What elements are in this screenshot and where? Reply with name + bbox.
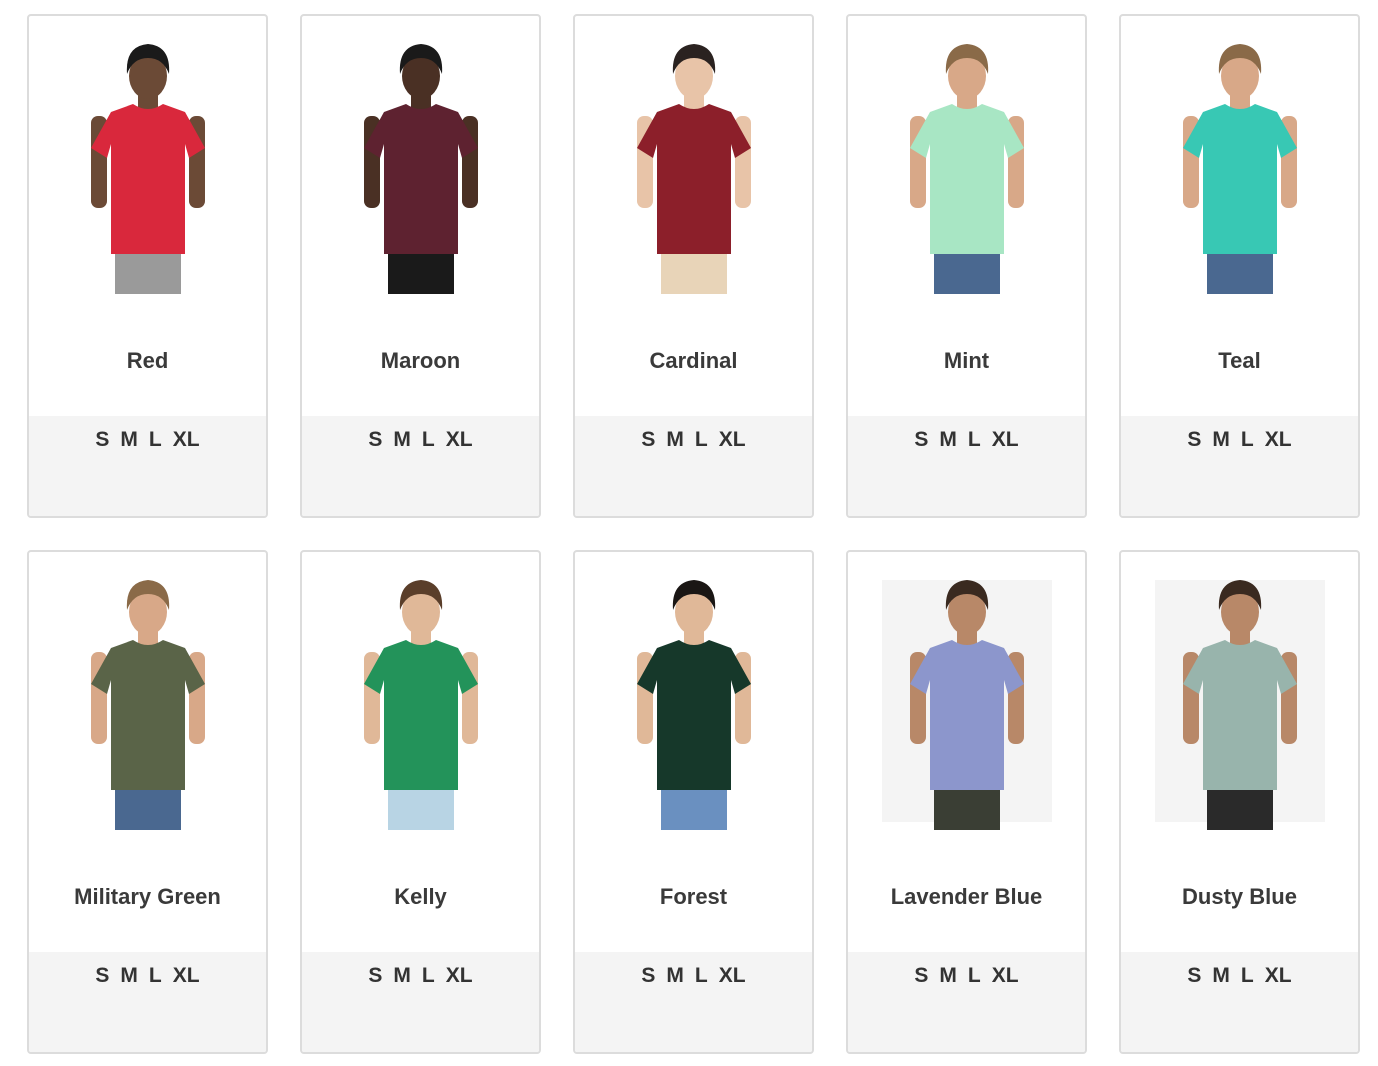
tshirt-model-illustration — [1154, 580, 1325, 830]
tshirt-model-illustration — [881, 580, 1052, 830]
tshirt-model-illustration — [90, 580, 205, 830]
size-options: S M L XL — [1121, 416, 1358, 516]
color-name: Maroon — [380, 348, 461, 373]
size-option[interactable]: L — [149, 964, 162, 988]
size-option[interactable]: S — [1187, 964, 1201, 988]
product-card[interactable]: Teal S M L XL — [1119, 14, 1360, 518]
size-option[interactable]: M — [1212, 964, 1230, 988]
tshirt — [363, 104, 478, 254]
color-name: Dusty Blue — [1182, 884, 1297, 909]
size-option[interactable]: S — [641, 428, 655, 452]
tshirt — [90, 640, 205, 790]
size-option[interactable]: XL — [992, 964, 1019, 988]
size-option[interactable]: L — [422, 964, 435, 988]
tshirt-model-illustration — [90, 44, 205, 294]
product-card[interactable]: Kelly S M L XL — [300, 550, 541, 1054]
color-name: Kelly — [394, 884, 447, 909]
size-options: S M L XL — [29, 416, 266, 516]
size-options: S M L XL — [302, 952, 539, 1052]
size-options: S M L XL — [848, 952, 1085, 1052]
size-option[interactable]: S — [368, 964, 382, 988]
product-photo[interactable] — [63, 572, 233, 832]
product-card[interactable]: Forest S M L XL — [573, 550, 814, 1054]
size-option[interactable]: M — [666, 964, 684, 988]
size-option[interactable]: M — [939, 964, 957, 988]
size-option[interactable]: S — [95, 964, 109, 988]
product-photo[interactable] — [336, 572, 506, 832]
product-photo[interactable] — [609, 572, 779, 832]
size-option[interactable]: XL — [719, 964, 746, 988]
size-option[interactable]: XL — [1265, 964, 1292, 988]
size-options: S M L XL — [575, 952, 812, 1052]
product-photo[interactable] — [881, 572, 1052, 832]
tshirt-model-illustration — [636, 44, 751, 294]
product-card[interactable]: Dusty Blue S M L XL — [1119, 550, 1360, 1054]
tshirt — [909, 104, 1024, 254]
size-option[interactable]: L — [968, 964, 981, 988]
size-option[interactable]: M — [393, 964, 411, 988]
tshirt — [363, 640, 478, 790]
size-option[interactable]: XL — [173, 964, 200, 988]
size-option[interactable]: XL — [992, 428, 1019, 452]
color-name: Red — [126, 348, 169, 373]
tshirt-model-illustration — [363, 580, 478, 830]
product-color-grid: Red S M L XL Maroon S M L XL Cardinal S M L XL Mint S M L X… — [27, 14, 1360, 1054]
size-option[interactable]: L — [695, 428, 708, 452]
color-name: Lavender Blue — [890, 884, 1043, 909]
size-option[interactable]: S — [1187, 428, 1201, 452]
size-option[interactable]: XL — [446, 964, 473, 988]
size-option[interactable]: XL — [719, 428, 746, 452]
product-photo[interactable] — [1155, 36, 1325, 296]
tshirt-model-illustration — [909, 44, 1024, 294]
size-option[interactable]: S — [914, 964, 928, 988]
size-option[interactable]: XL — [446, 428, 473, 452]
size-options: S M L XL — [29, 952, 266, 1052]
product-card[interactable]: Cardinal S M L XL — [573, 14, 814, 518]
product-card[interactable]: Red S M L XL — [27, 14, 268, 518]
tshirt-model-illustration — [1182, 44, 1297, 294]
size-option[interactable]: M — [120, 964, 138, 988]
size-option[interactable]: S — [914, 428, 928, 452]
product-photo[interactable] — [63, 36, 233, 296]
tshirt — [1182, 104, 1297, 254]
size-options: S M L XL — [302, 416, 539, 516]
tshirt — [636, 104, 751, 254]
product-photo[interactable] — [1154, 572, 1325, 832]
size-option[interactable]: S — [641, 964, 655, 988]
color-name: Teal — [1218, 348, 1261, 373]
product-card[interactable]: Maroon S M L XL — [300, 14, 541, 518]
color-name: Mint — [943, 348, 990, 373]
tshirt-model-illustration — [636, 580, 751, 830]
size-option[interactable]: M — [393, 428, 411, 452]
size-option[interactable]: L — [1241, 964, 1254, 988]
size-option[interactable]: M — [1212, 428, 1230, 452]
size-option[interactable]: L — [695, 964, 708, 988]
product-photo[interactable] — [336, 36, 506, 296]
product-card[interactable]: Lavender Blue S M L XL — [846, 550, 1087, 1054]
size-option[interactable]: XL — [173, 428, 200, 452]
size-option[interactable]: L — [422, 428, 435, 452]
product-photo[interactable] — [609, 36, 779, 296]
product-photo[interactable] — [882, 36, 1052, 296]
size-options: S M L XL — [848, 416, 1085, 516]
color-name: Forest — [659, 884, 728, 909]
size-options: S M L XL — [1121, 952, 1358, 1052]
size-option[interactable]: L — [149, 428, 162, 452]
tshirt — [90, 104, 205, 254]
size-options: S M L XL — [575, 416, 812, 516]
tshirt-model-illustration — [363, 44, 478, 294]
size-option[interactable]: M — [120, 428, 138, 452]
size-option[interactable]: S — [368, 428, 382, 452]
tshirt — [636, 640, 751, 790]
color-name: Cardinal — [649, 348, 738, 373]
size-option[interactable]: XL — [1265, 428, 1292, 452]
size-option[interactable]: L — [968, 428, 981, 452]
size-option[interactable]: L — [1241, 428, 1254, 452]
size-option[interactable]: S — [95, 428, 109, 452]
size-option[interactable]: M — [666, 428, 684, 452]
product-card[interactable]: Military Green S M L XL — [27, 550, 268, 1054]
product-card[interactable]: Mint S M L XL — [846, 14, 1087, 518]
color-name: Military Green — [74, 884, 221, 909]
size-option[interactable]: M — [939, 428, 957, 452]
